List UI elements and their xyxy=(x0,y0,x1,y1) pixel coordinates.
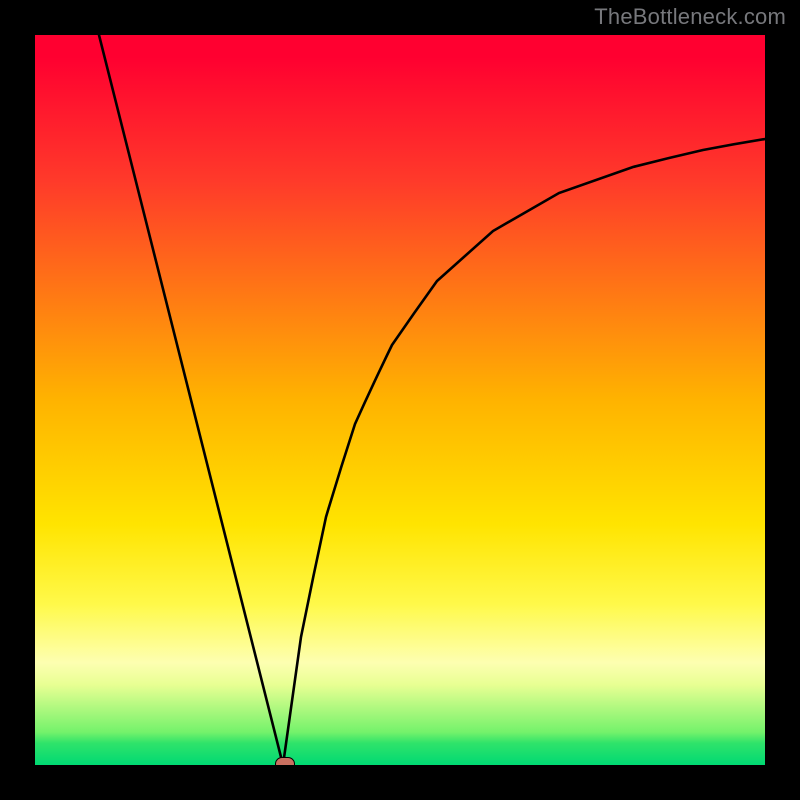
plot-area xyxy=(35,35,765,765)
curve-right-branch xyxy=(283,139,765,765)
attribution-label: TheBottleneck.com xyxy=(594,4,786,30)
minimum-marker xyxy=(275,757,295,765)
bottleneck-curve xyxy=(35,35,765,765)
curve-left-branch xyxy=(99,35,283,765)
chart-frame: TheBottleneck.com xyxy=(0,0,800,800)
